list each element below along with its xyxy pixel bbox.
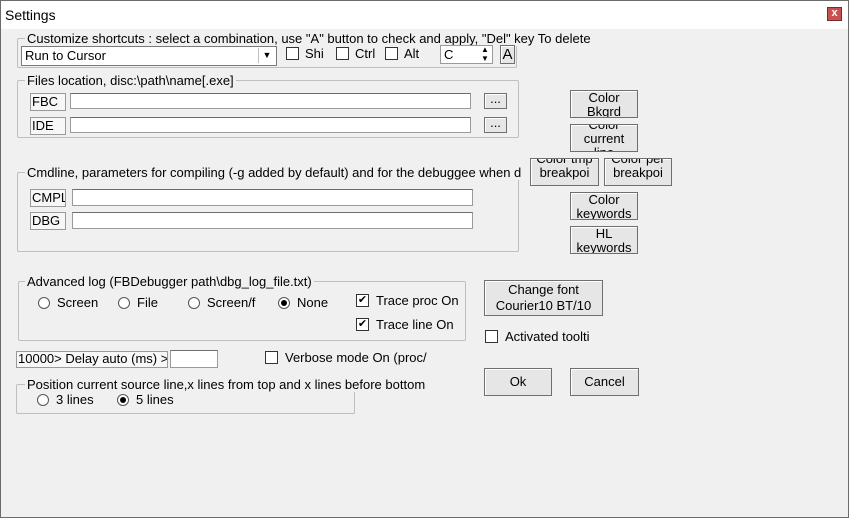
color-tmp-line2: breakpoi: [539, 165, 590, 180]
window-title: Settings: [5, 7, 56, 23]
files-group-label: Files location, disc:\path\name[.exe]: [25, 73, 236, 88]
color-current-line-button[interactable]: Color current line: [570, 124, 638, 152]
log-screen-file-label: Screen/f: [207, 295, 256, 310]
log-screen-label: Screen: [57, 295, 99, 310]
alt-label: Alt: [404, 46, 420, 61]
position-3lines-radio[interactable]: [37, 394, 49, 406]
delay-tag: 10000> Delay auto (ms) >: [16, 351, 168, 368]
color-keywords-line2: keywords: [576, 206, 632, 220]
shortcut-combo[interactable]: Run to Cursor ▼: [21, 46, 277, 66]
spinner-arrows-icon[interactable]: ▲ ▼: [481, 45, 489, 63]
ide-tag: IDE: [30, 117, 66, 135]
log-screen-file-radio[interactable]: [188, 297, 200, 309]
hl-keywords-line1: HL: [595, 226, 613, 241]
color-per-breakpoint-button[interactable]: Color per breakpoi: [604, 158, 672, 186]
title-bar: Settings x: [1, 1, 848, 29]
shift-checkbox[interactable]: [286, 47, 299, 60]
color-bkgrd-button[interactable]: Color Bkgrd: [570, 90, 638, 118]
position-3lines-label: 3 lines: [56, 392, 94, 407]
key-value: C: [444, 47, 454, 62]
ide-path-input[interactable]: [70, 117, 471, 133]
log-file-radio[interactable]: [118, 297, 130, 309]
close-icon[interactable]: x: [827, 7, 842, 21]
dbg-params-input[interactable]: [72, 212, 473, 229]
fbc-tag: FBC: [30, 93, 66, 111]
color-keywords-button[interactable]: Color keywords: [570, 192, 638, 220]
key-spinner[interactable]: C ▲ ▼: [440, 45, 493, 64]
ctrl-checkbox[interactable]: [336, 47, 349, 60]
verbose-checkbox[interactable]: [265, 351, 278, 364]
font-name-label: Courier10 BT/10: [495, 298, 592, 313]
chevron-down-icon[interactable]: ▼: [258, 48, 275, 63]
shift-label: Shi: [305, 46, 324, 61]
shortcuts-group-label: Customize shortcuts : select a combinati…: [25, 31, 593, 46]
log-none-radio[interactable]: [278, 297, 290, 309]
tooltips-label: Activated toolti: [505, 329, 590, 344]
change-font-label: Change font: [508, 282, 579, 297]
hl-keywords-line2: keywords: [576, 240, 632, 254]
log-group-label: Advanced log (FBDebugger path\dbg_log_fi…: [25, 274, 314, 289]
tooltips-checkbox[interactable]: [485, 330, 498, 343]
cancel-button[interactable]: Cancel: [570, 368, 639, 396]
ok-button[interactable]: Ok: [484, 368, 552, 396]
color-current-line2: current: [583, 131, 625, 146]
trace-line-checkbox[interactable]: ✔: [356, 318, 369, 331]
delay-input[interactable]: [170, 350, 218, 368]
position-5lines-radio[interactable]: [117, 394, 129, 406]
shortcut-combo-value: Run to Cursor: [25, 48, 106, 63]
color-bkgrd-line1: Color: [588, 90, 620, 105]
fbc-path-input[interactable]: [70, 93, 471, 109]
log-file-label: File: [137, 295, 158, 310]
alt-checkbox[interactable]: [385, 47, 398, 60]
color-bkgrd-line2: Bkgrd: [587, 104, 621, 118]
apply-shortcut-button[interactable]: A: [500, 45, 515, 64]
cmdline-group-label: Cmdline, parameters for compiling (-g ad…: [25, 165, 531, 180]
trace-line-label: Trace line On: [376, 317, 454, 332]
verbose-label: Verbose mode On (proc/: [285, 350, 427, 365]
color-per-line2: breakpoi: [613, 165, 663, 180]
log-screen-radio[interactable]: [38, 297, 50, 309]
position-group-label: Position current source line,x lines fro…: [25, 377, 428, 392]
settings-window: Settings x Customize shortcuts : select …: [0, 0, 849, 518]
change-font-button[interactable]: Change font Courier10 BT/10: [484, 280, 603, 316]
dbg-tag: DBG: [30, 212, 66, 230]
log-none-label: None: [297, 295, 329, 310]
trace-proc-checkbox[interactable]: ✔: [356, 294, 369, 307]
cmpl-tag: CMPL: [30, 189, 66, 207]
position-5lines-label: 5 lines: [136, 392, 174, 407]
hl-keywords-button[interactable]: HL keywords: [570, 226, 638, 254]
fbc-browse-button[interactable]: ...: [484, 93, 507, 109]
ide-browse-button[interactable]: ...: [484, 117, 507, 133]
color-keywords-line1: Color: [588, 192, 620, 207]
ctrl-label: Ctrl: [355, 46, 376, 61]
log-group: [18, 281, 466, 341]
color-current-line3: line: [571, 146, 637, 152]
color-tmp-breakpoint-button[interactable]: Color tmp breakpoi: [530, 158, 599, 186]
cmpl-params-input[interactable]: [72, 189, 473, 206]
trace-proc-label: Trace proc On: [376, 293, 459, 308]
